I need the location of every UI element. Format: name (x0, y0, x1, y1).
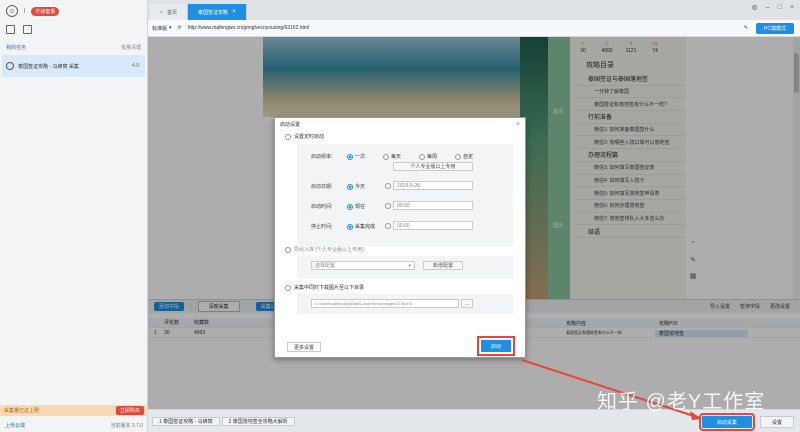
left-panel: ☺ | 升级套餐 我的任务 批量清理 泰国签证攻略 - 马蜂窝 采集 4.0 (0, 0, 148, 432)
stop-done-radio[interactable] (347, 223, 353, 230)
task-item-label: 泰国签证攻略 - 马蜂窝 采集 (18, 63, 79, 70)
image-path-input[interactable]: C:\Users\admin\AppData\Local\Temp\Images… (311, 299, 459, 308)
time-now-label: 现在 (355, 204, 366, 210)
close-icon[interactable]: × (516, 121, 520, 128)
folder-icon[interactable] (23, 24, 32, 34)
auto-export-box: 选择配置 ▾ 新增配置 (297, 256, 513, 278)
auto-export-radio[interactable] (285, 246, 291, 253)
date-label: 启动日期: (311, 184, 333, 190)
mode-select-label: 标准版 (152, 25, 168, 32)
freq-daily-radio[interactable] (383, 153, 389, 160)
download-images-option[interactable]: 采集中同时下载图片至以下目录 (285, 284, 364, 291)
settings-button[interactable]: 设置 (760, 416, 794, 428)
date-input[interactable]: 2018-9-28 (393, 181, 473, 190)
dialog-start-button[interactable]: 启动 (477, 336, 515, 356)
task-icon (6, 62, 14, 70)
stop-input[interactable]: 00:00 (393, 221, 473, 230)
status-tab-1[interactable]: 1 泰国签证攻略 - 马蜂窝 (152, 416, 220, 426)
chevron-down-icon: ▾ (408, 262, 411, 269)
quota-warning: 采集量已达上限 立即购买 (0, 405, 148, 416)
version-text: 当前版本 3.7.0 (110, 422, 143, 429)
start-settings-dialog: 启动设置 × 设置定时启动 启动频率: 一次 每天 每周 自定 个人专业版以上专… (274, 117, 526, 358)
freq-daily-label: 每天 (391, 154, 402, 160)
download-images-radio[interactable] (285, 284, 291, 291)
new-config-button[interactable]: 新增配置 (423, 261, 463, 270)
task-item[interactable]: 泰国签证攻略 - 马蜂窝 采集 4.0 (2, 55, 145, 77)
browser-tabs: ⌂ 首页 泰国签证攻略 × (148, 0, 800, 20)
time-now[interactable]: 现在 (347, 203, 365, 210)
upgrade-badge[interactable]: 升级套餐 (31, 6, 60, 16)
download-images-label: 采集中同时下载图片至以下目录 (294, 285, 365, 291)
timer-option[interactable]: 设置定时启动 (285, 133, 324, 140)
freq-once[interactable]: 一次 (347, 153, 365, 160)
left-bottom-bar: 上传云端 当前版本 3.7.0 (0, 418, 148, 432)
minimize-icon[interactable]: – (766, 4, 770, 12)
date-today-radio[interactable] (347, 183, 353, 190)
time-input[interactable]: 00:00 (393, 201, 473, 210)
app-name: | (24, 8, 26, 14)
tab-home[interactable]: ⌂ 首页 (150, 4, 189, 20)
freq-weekly[interactable]: 每周 (419, 153, 437, 160)
home-icon: ⌂ (160, 9, 164, 15)
time-label: 启动时间: (311, 204, 333, 210)
start-collect-button[interactable]: 启动采集 (699, 413, 755, 431)
tab-page-label: 泰国签证攻略 (198, 9, 229, 16)
freq-custom-label: 自定 (463, 154, 474, 160)
timer-settings-box: 启动频率: 一次 每天 每周 自定 个人专业版以上专用 启动日期: 今天 201… (297, 144, 513, 246)
pc-mode-button[interactable]: PC端模式 (756, 23, 794, 34)
freq-weekly-label: 每周 (427, 154, 438, 160)
stop-done[interactable]: 采集完成 (347, 223, 375, 230)
maximize-icon[interactable]: □ (778, 4, 782, 12)
config-select-label: 选择配置 (315, 263, 336, 269)
date-today-label: 今天 (355, 184, 366, 190)
date-today[interactable]: 今天 (347, 183, 365, 190)
timer-radio[interactable] (285, 133, 291, 140)
freq-once-label: 一次 (355, 154, 366, 160)
freq-daily[interactable]: 每天 (383, 153, 401, 160)
upload-cloud-link[interactable]: 上传云端 (5, 422, 25, 429)
freq-weekly-radio[interactable] (419, 153, 425, 160)
mode-select[interactable]: 标准版 ▾ (152, 25, 172, 32)
images-path-box: C:\Users\admin\AppData\Local\Temp\Images… (297, 294, 513, 314)
freq-hint: 个人专业版以上专用 (393, 162, 473, 171)
time-now-radio[interactable] (347, 203, 353, 210)
stop-custom-radio[interactable] (385, 223, 391, 229)
window-controls: ⚙ – □ × (751, 4, 794, 12)
stop-done-label: 采集完成 (355, 224, 376, 230)
dialog-title: 启动设置 (280, 121, 301, 128)
freq-once-radio[interactable] (347, 153, 353, 160)
auto-export-label: 导出入库 (个人专业版以上专用) (294, 247, 364, 253)
auto-export-option[interactable]: 导出入库 (个人专业版以上专用) (285, 246, 364, 253)
time-custom-radio[interactable] (385, 203, 391, 209)
timer-option-label: 设置定时启动 (294, 134, 325, 140)
close-icon[interactable]: × (790, 4, 794, 12)
stop-label: 停止时间: (311, 224, 333, 230)
task-count: 4.0 (132, 63, 139, 69)
user-avatar-icon[interactable]: ☺ (6, 5, 18, 17)
tasks-section-title: 我的任务 (6, 45, 27, 51)
watermark: 知乎 @老Y工作室 (597, 391, 766, 413)
edit-icon[interactable]: ✎ (744, 25, 748, 31)
freq-custom[interactable]: 自定 (455, 153, 473, 160)
freq-label: 启动频率: (311, 154, 333, 160)
batch-clear-link[interactable]: 批量清理 (121, 44, 141, 51)
refresh-icon[interactable]: ⟳ (178, 25, 182, 31)
url-field[interactable]: http://www.mafengwo.cn/gonglve/ziyouxing… (188, 25, 708, 31)
buy-button[interactable]: 立即购买 (115, 406, 144, 415)
status-tab-2[interactable]: 2 泰国落地签全攻略大解析 (221, 416, 295, 426)
tab-home-label: 首页 (167, 9, 178, 16)
chevron-down-icon: ▾ (169, 25, 172, 31)
quota-warning-text: 采集量已达上限 (4, 408, 40, 414)
tab-page[interactable]: 泰国签证攻略 × (188, 4, 247, 20)
more-settings-button[interactable]: 更多设置 (287, 342, 321, 352)
date-custom-radio[interactable] (385, 183, 391, 189)
browse-button[interactable]: ... (461, 299, 473, 308)
config-select[interactable]: 选择配置 ▾ (311, 261, 415, 270)
settings-icon[interactable]: ⚙ (751, 4, 757, 12)
close-tab-icon[interactable]: × (232, 9, 236, 15)
new-task-icon[interactable] (6, 24, 15, 34)
address-bar: 标准版 ▾ ⟳ http://www.mafengwo.cn/gonglve/z… (148, 20, 800, 37)
freq-custom-radio[interactable] (455, 153, 461, 160)
